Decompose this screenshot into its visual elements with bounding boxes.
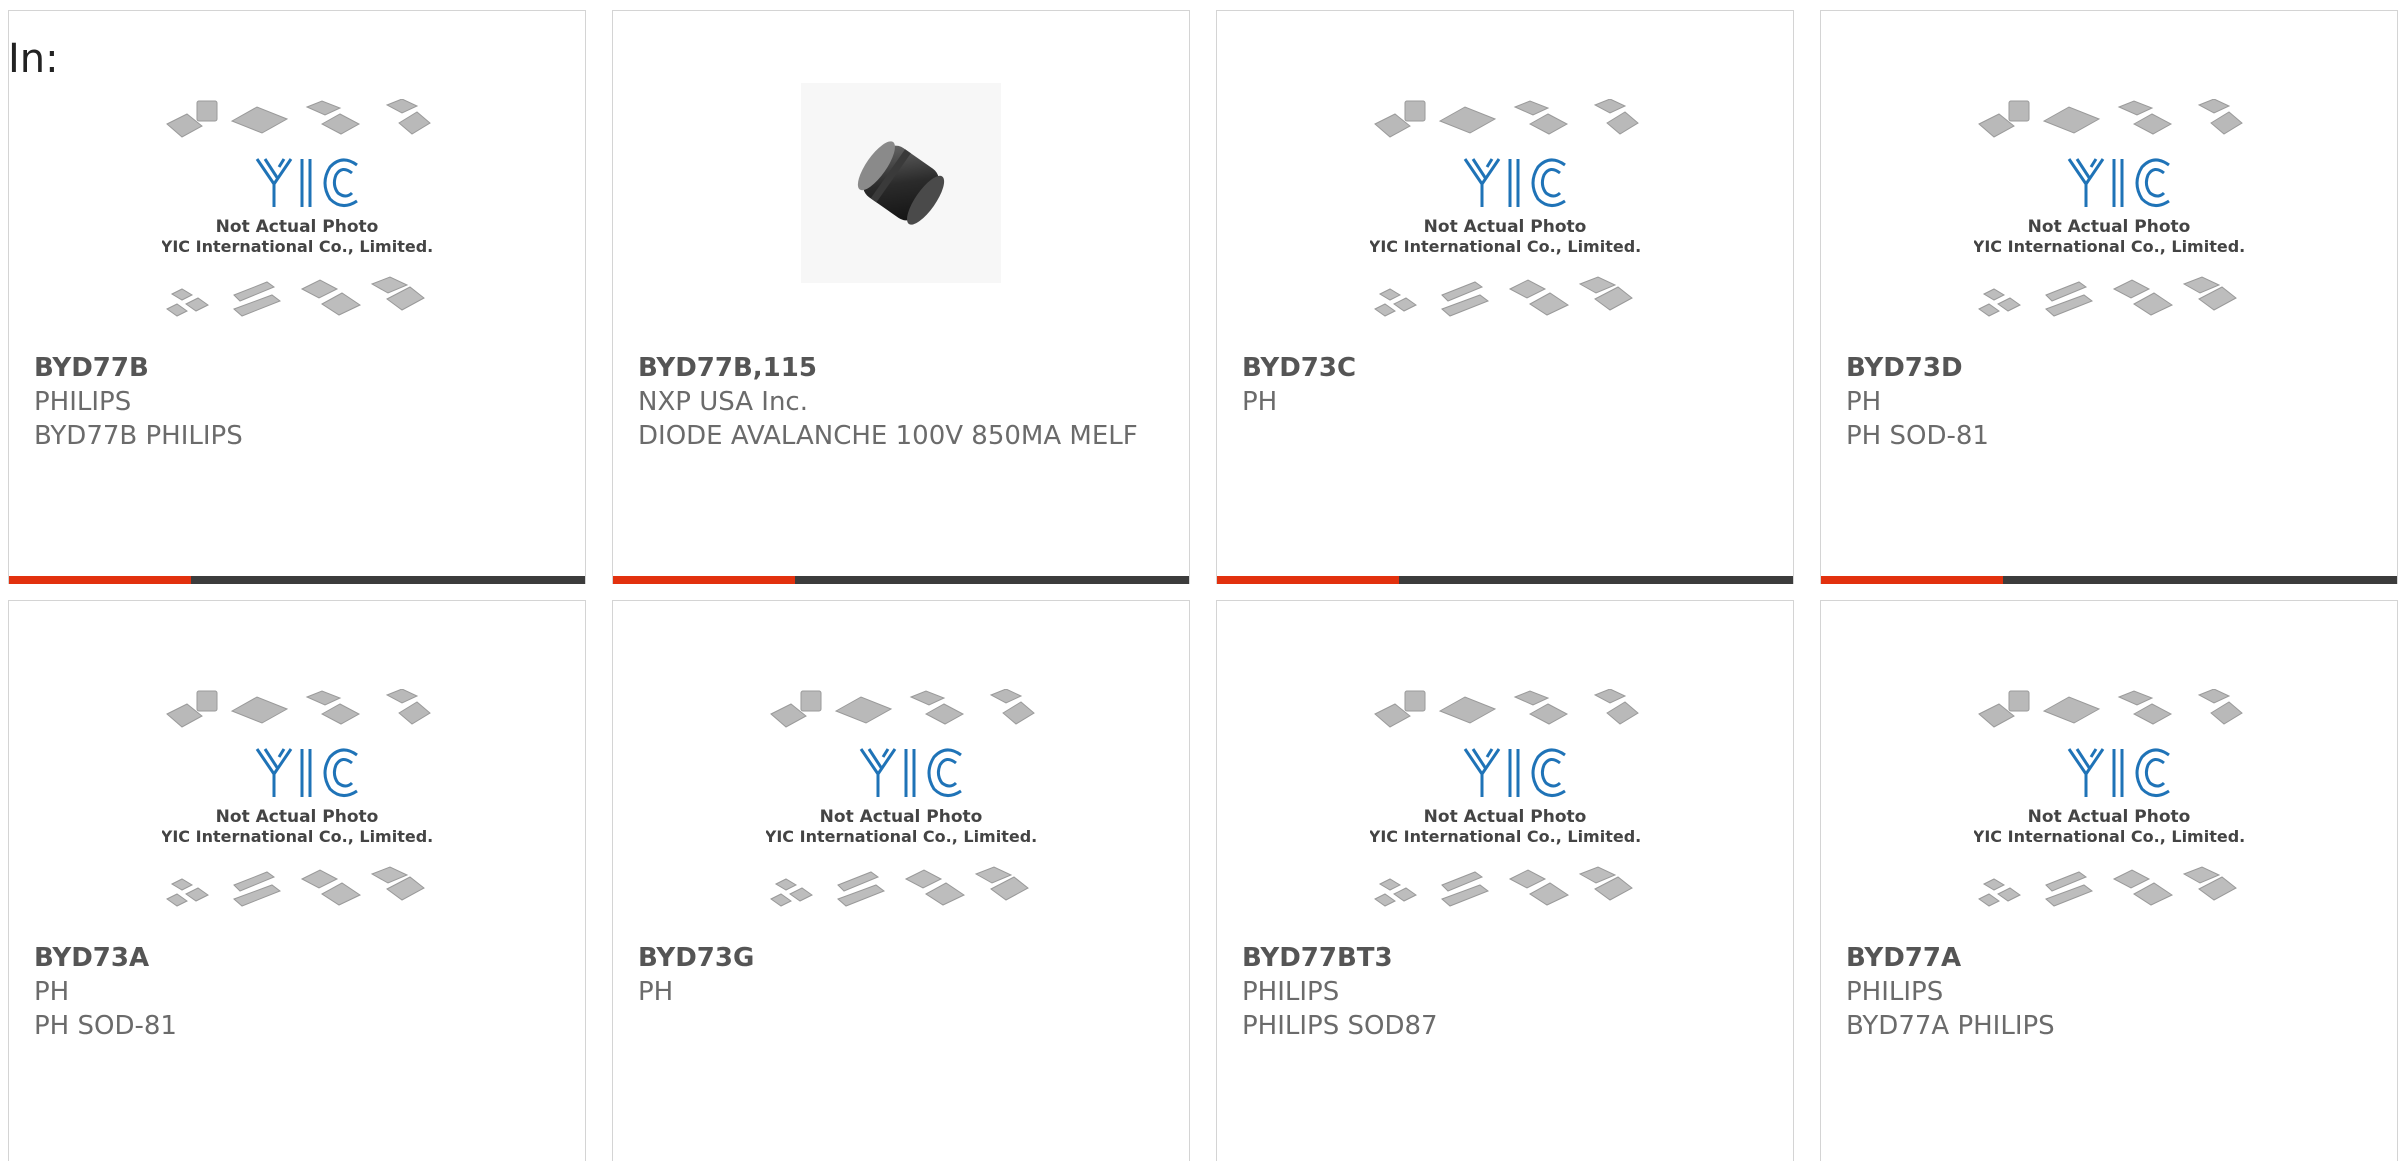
not-actual-photo-text: Not Actual Photo <box>216 807 379 827</box>
company-name-text: YIC International Co., Limited. <box>1370 237 1640 256</box>
product-grid-page: In: Not Actual Photo YIC International C… <box>0 0 2400 1161</box>
placeholder-photo: Not Actual Photo YIC International Co., … <box>1368 98 1641 349</box>
manufacturer: PH <box>1242 387 1278 417</box>
diode-photo <box>801 83 1001 283</box>
not-actual-photo-text: Not Actual Photo <box>820 807 983 827</box>
product-info: BYD77B PHILIPS BYD77B PHILIPS <box>34 351 560 453</box>
part-number[interactable]: BYD73G <box>638 941 1164 975</box>
company-name-text: YIC International Co., Limited. <box>766 827 1036 846</box>
company-name-text: YIC International Co., Limited. <box>1974 237 2244 256</box>
part-number[interactable]: BYD73C <box>1242 351 1768 385</box>
product-card[interactable]: Not Actual Photo YIC International Co., … <box>1216 10 1794 584</box>
product-card[interactable]: Not Actual Photo YIC International Co., … <box>8 10 586 584</box>
description: BYD77A PHILIPS <box>1846 1011 2055 1041</box>
part-number[interactable]: BYD73A <box>34 941 560 975</box>
manufacturer: NXP USA Inc. <box>638 387 808 417</box>
product-info: BYD73A PH PH SOD-81 <box>34 941 560 1043</box>
card-accent <box>1821 576 2003 584</box>
card-bottom-bar <box>613 576 1189 584</box>
company-name-text: YIC International Co., Limited. <box>1370 827 1640 846</box>
product-card[interactable]: Not Actual Photo YIC International Co., … <box>612 600 1190 1161</box>
product-info: BYD77B,115 NXP USA Inc. DIODE AVALANCHE … <box>638 351 1164 453</box>
part-number[interactable]: BYD73D <box>1846 351 2372 385</box>
card-bottom-bar <box>9 576 585 584</box>
placeholder-photo: Not Actual Photo YIC International Co., … <box>1972 688 2245 939</box>
placeholder-photo: Not Actual Photo YIC International Co., … <box>160 98 433 349</box>
not-actual-photo-text: Not Actual Photo <box>2028 217 2191 237</box>
manufacturer: PH <box>638 977 674 1007</box>
product-card[interactable]: Not Actual Photo YIC International Co., … <box>1820 10 2398 584</box>
card-bottom-bar <box>1217 576 1793 584</box>
product-grid: Not Actual Photo YIC International Co., … <box>8 10 2400 1161</box>
manufacturer: PHILIPS <box>34 387 132 417</box>
product-info: BYD77BT3 PHILIPS PHILIPS SOD87 <box>1242 941 1768 1043</box>
not-actual-photo-text: Not Actual Photo <box>216 217 379 237</box>
company-name-text: YIC International Co., Limited. <box>162 237 432 256</box>
product-info: BYD73D PH PH SOD-81 <box>1846 351 2372 453</box>
product-card[interactable]: BYD77B,115 NXP USA Inc. DIODE AVALANCHE … <box>612 10 1190 584</box>
manufacturer: PH <box>34 977 70 1007</box>
company-name-text: YIC International Co., Limited. <box>1974 827 2244 846</box>
product-card[interactable]: Not Actual Photo YIC International Co., … <box>1216 600 1794 1161</box>
description: PHILIPS SOD87 <box>1242 1011 1438 1041</box>
product-info: BYD77A PHILIPS BYD77A PHILIPS <box>1846 941 2372 1043</box>
card-accent <box>613 576 795 584</box>
part-number[interactable]: BYD77B,115 <box>638 351 1164 385</box>
placeholder-photo: Not Actual Photo YIC International Co., … <box>1972 98 2245 349</box>
description: PH SOD-81 <box>34 1011 177 1041</box>
manufacturer: PHILIPS <box>1242 977 1340 1007</box>
card-accent <box>9 576 191 584</box>
part-number[interactable]: BYD77A <box>1846 941 2372 975</box>
in-label: In: <box>8 36 59 82</box>
placeholder-photo: Not Actual Photo YIC International Co., … <box>160 688 433 939</box>
product-card[interactable]: Not Actual Photo YIC International Co., … <box>1820 600 2398 1161</box>
not-actual-photo-text: Not Actual Photo <box>2028 807 2191 827</box>
product-card[interactable]: Not Actual Photo YIC International Co., … <box>8 600 586 1161</box>
not-actual-photo-text: Not Actual Photo <box>1424 807 1587 827</box>
part-number[interactable]: BYD77BT3 <box>1242 941 1768 975</box>
placeholder-photo: Not Actual Photo YIC International Co., … <box>764 688 1037 939</box>
placeholder-photo: Not Actual Photo YIC International Co., … <box>1368 688 1641 939</box>
card-accent <box>1217 576 1399 584</box>
product-info: BYD73C PH <box>1242 351 1768 419</box>
company-name-text: YIC International Co., Limited. <box>162 827 432 846</box>
part-number[interactable]: BYD77B <box>34 351 560 385</box>
description: DIODE AVALANCHE 100V 850MA MELF <box>638 421 1138 451</box>
description: BYD77B PHILIPS <box>34 421 243 451</box>
manufacturer: PH <box>1846 387 1882 417</box>
manufacturer: PHILIPS <box>1846 977 1944 1007</box>
description: PH SOD-81 <box>1846 421 1989 451</box>
product-info: BYD73G PH <box>638 941 1164 1009</box>
not-actual-photo-text: Not Actual Photo <box>1424 217 1587 237</box>
card-bottom-bar <box>1821 576 2397 584</box>
